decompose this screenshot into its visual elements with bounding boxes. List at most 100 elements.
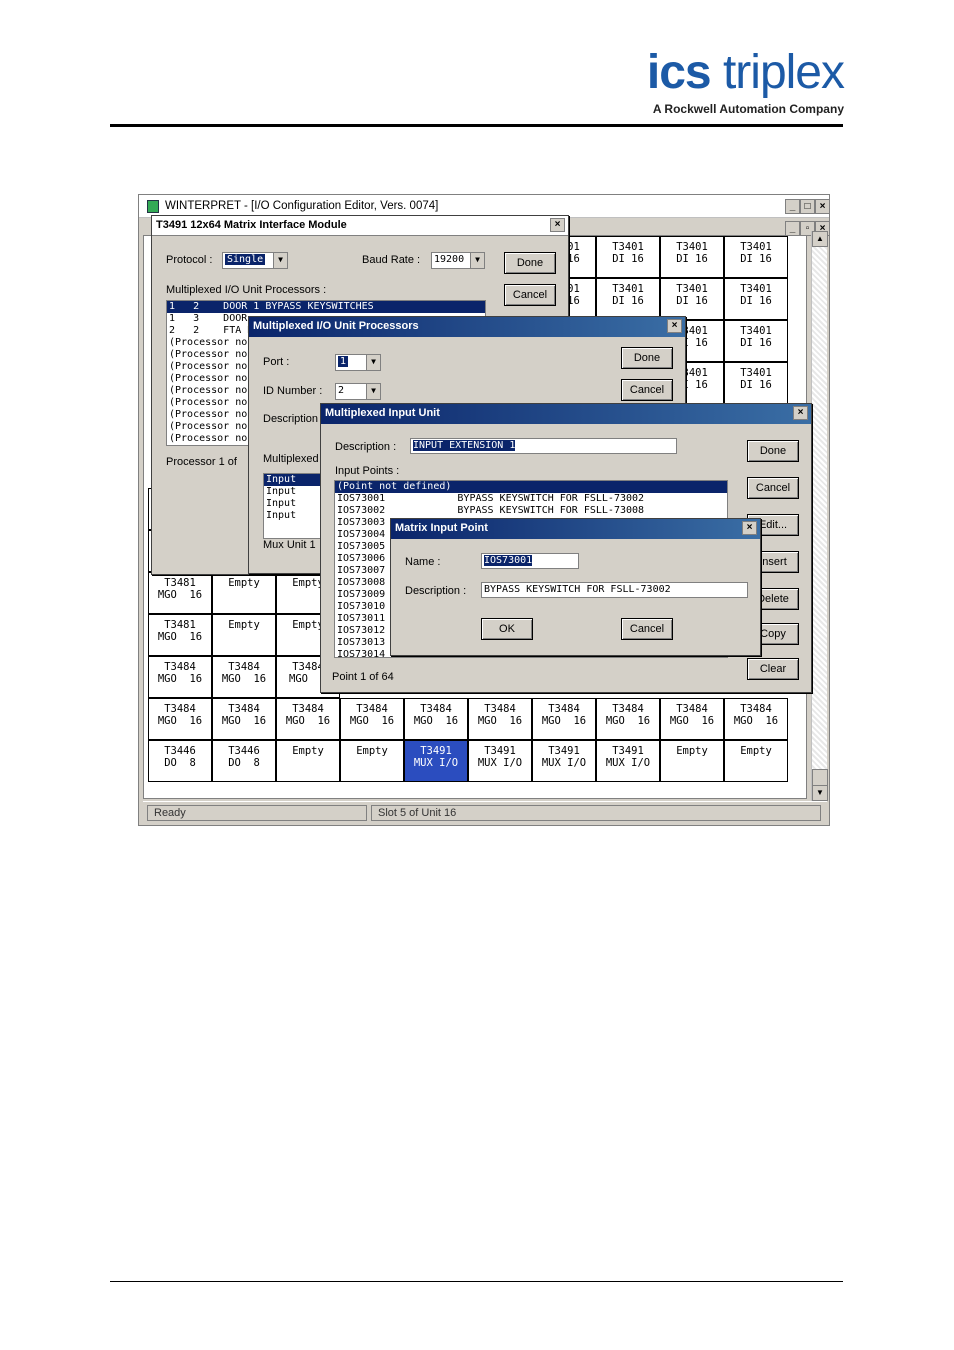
description-label: Description : bbox=[405, 585, 467, 597]
slot-cell[interactable]: T3484 MGO 16 bbox=[724, 698, 788, 740]
close-icon[interactable]: × bbox=[550, 218, 565, 232]
slot-cell[interactable]: T3484 MGO 16 bbox=[276, 698, 340, 740]
clear-button[interactable]: Clear bbox=[747, 658, 799, 680]
chevron-down-icon: ▼ bbox=[273, 253, 287, 268]
chevron-down-icon: ▼ bbox=[366, 355, 380, 370]
list-item[interactable]: Input bbox=[264, 498, 320, 510]
description-field[interactable]: INPUT EXTENSION 1 bbox=[410, 438, 677, 454]
slot-cell[interactable]: T3401 DI 16 bbox=[724, 236, 788, 278]
slot-cell[interactable]: T3484 MGO 16 bbox=[404, 698, 468, 740]
close-icon[interactable]: × bbox=[742, 521, 757, 535]
scroll-up-icon[interactable]: ▲ bbox=[812, 231, 828, 247]
id-value: 2 bbox=[338, 385, 345, 396]
baud-select[interactable]: 19200 ▼ bbox=[431, 252, 485, 269]
multiplexed-label: Multiplexed bbox=[263, 453, 319, 465]
chevron-down-icon: ▼ bbox=[366, 384, 380, 399]
slot-cell[interactable]: T3401 DI 16 bbox=[660, 278, 724, 320]
chevron-down-icon: ▼ bbox=[470, 253, 484, 268]
vertical-scrollbar[interactable]: ▲ ▼ bbox=[811, 231, 828, 801]
slot-cell[interactable]: T3401 DI 16 bbox=[724, 320, 788, 362]
slot-cell[interactable]: T3484 MGO 16 bbox=[596, 698, 660, 740]
close-icon[interactable]: × bbox=[667, 319, 682, 333]
done-button[interactable]: Done bbox=[747, 440, 799, 462]
list-item[interactable]: (Point not defined) bbox=[335, 481, 727, 493]
name-label: Name : bbox=[405, 556, 441, 568]
baud-value: 19200 bbox=[434, 254, 465, 265]
baud-label: Baud Rate : bbox=[362, 254, 421, 266]
cancel-button[interactable]: Cancel bbox=[621, 618, 673, 640]
slot-cell[interactable]: T3481 MGO 16 bbox=[148, 614, 212, 656]
slot-cell[interactable]: Empty bbox=[212, 614, 276, 656]
slot-cell[interactable]: Empty bbox=[724, 740, 788, 782]
slot-cell[interactable]: T3484 MGO 16 bbox=[212, 656, 276, 698]
slot-cell[interactable]: T3484 MGO 16 bbox=[148, 656, 212, 698]
status-bar: Ready Slot 5 of Unit 16 bbox=[143, 801, 827, 823]
cancel-button[interactable]: Cancel bbox=[504, 284, 556, 306]
cancel-button[interactable]: Cancel bbox=[747, 477, 799, 499]
slot-cell[interactable]: T3491 MUX I/O bbox=[468, 740, 532, 782]
protocol-select[interactable]: Single ▼ bbox=[222, 252, 288, 269]
id-select[interactable]: 2 ▼ bbox=[335, 383, 381, 400]
list-item[interactable]: 1 2 DOOR 1 BYPASS KEYSWITCHES bbox=[167, 301, 485, 313]
mux-unit-count: Mux Unit 1 bbox=[263, 539, 316, 551]
done-button[interactable]: Done bbox=[504, 252, 556, 274]
description-value: INPUT EXTENSION 1 bbox=[413, 440, 516, 451]
status-right: Slot 5 of Unit 16 bbox=[371, 805, 821, 821]
slot-cell[interactable]: T3401 DI 16 bbox=[660, 236, 724, 278]
dialog-title: T3491 12x64 Matrix Interface Module bbox=[152, 216, 568, 236]
slot-cell[interactable]: T3484 MGO 16 bbox=[148, 698, 212, 740]
port-value: 1 bbox=[338, 356, 349, 367]
logo-brand-light: triplex bbox=[722, 46, 845, 99]
slot-cell[interactable]: T3484 MGO 16 bbox=[212, 698, 276, 740]
description-label: Description : bbox=[335, 441, 397, 453]
slot-cell[interactable]: T3484 MGO 16 bbox=[532, 698, 596, 740]
list-item[interactable]: Input bbox=[264, 510, 320, 522]
maximize-icon[interactable]: □ bbox=[800, 199, 815, 214]
footer-rule bbox=[110, 1281, 843, 1282]
point-count: Point 1 of 64 bbox=[332, 671, 394, 683]
slot-cell[interactable]: T3401 DI 16 bbox=[724, 362, 788, 404]
ok-button[interactable]: OK bbox=[481, 618, 533, 640]
slot-cell[interactable]: T3491 MUX I/O bbox=[404, 740, 468, 782]
processor-count: Processor 1 of bbox=[166, 456, 237, 468]
slot-cell[interactable]: T3446 DO 8 bbox=[148, 740, 212, 782]
slot-cell[interactable]: Empty bbox=[212, 572, 276, 614]
close-icon[interactable]: × bbox=[793, 406, 808, 420]
minimize-icon[interactable]: _ bbox=[785, 199, 800, 214]
close-icon[interactable]: × bbox=[815, 199, 829, 214]
description-field[interactable]: BYPASS KEYSWITCH FOR FSLL-73002 bbox=[481, 582, 748, 598]
list-item[interactable]: IOS73001 BYPASS KEYSWITCH FOR FSLL-73002 bbox=[335, 493, 727, 505]
app-icon bbox=[147, 200, 159, 213]
slot-cell[interactable]: T3401 DI 16 bbox=[596, 236, 660, 278]
protocol-value: Single bbox=[225, 254, 266, 265]
name-field[interactable]: IOS73001 bbox=[481, 553, 579, 569]
port-label: Port : bbox=[263, 356, 290, 368]
input-points-label: Input Points : bbox=[335, 465, 400, 477]
scroll-down-icon[interactable]: ▼ bbox=[812, 785, 828, 801]
slot-cell[interactable]: T3491 MUX I/O bbox=[596, 740, 660, 782]
slot-cell[interactable]: Empty bbox=[276, 740, 340, 782]
slot-cell[interactable]: Empty bbox=[660, 740, 724, 782]
slot-cell[interactable]: T3481 MGO 16 bbox=[148, 572, 212, 614]
status-left: Ready bbox=[147, 805, 367, 821]
slot-cell[interactable]: Empty bbox=[340, 740, 404, 782]
slot-cell[interactable]: T3401 DI 16 bbox=[724, 278, 788, 320]
protocol-label: Protocol : bbox=[166, 254, 213, 266]
slot-cell[interactable]: T3484 MGO 16 bbox=[340, 698, 404, 740]
dialog-title: Matrix Input Point bbox=[391, 519, 760, 539]
list-item[interactable]: Input bbox=[264, 486, 320, 498]
slot-cell[interactable]: T3401 DI 16 bbox=[596, 278, 660, 320]
done-button[interactable]: Done bbox=[621, 347, 673, 369]
slot-cell[interactable]: T3484 MGO 16 bbox=[660, 698, 724, 740]
inputs-list[interactable]: Input Input Input Input bbox=[263, 473, 321, 539]
list-item[interactable]: IOS73002 BYPASS KEYSWITCH FOR FSLL-73008 bbox=[335, 505, 727, 517]
processors-label: Multiplexed I/O Unit Processors : bbox=[166, 284, 327, 296]
slot-cell[interactable]: T3484 MGO 16 bbox=[468, 698, 532, 740]
cancel-button[interactable]: Cancel bbox=[621, 379, 673, 401]
port-select[interactable]: 1 ▼ bbox=[335, 354, 381, 371]
child-minimize-icon[interactable]: _ bbox=[785, 221, 800, 236]
header-rule bbox=[110, 124, 843, 127]
list-item[interactable]: Input bbox=[264, 474, 320, 486]
slot-cell[interactable]: T3446 DO 8 bbox=[212, 740, 276, 782]
slot-cell[interactable]: T3491 MUX I/O bbox=[532, 740, 596, 782]
